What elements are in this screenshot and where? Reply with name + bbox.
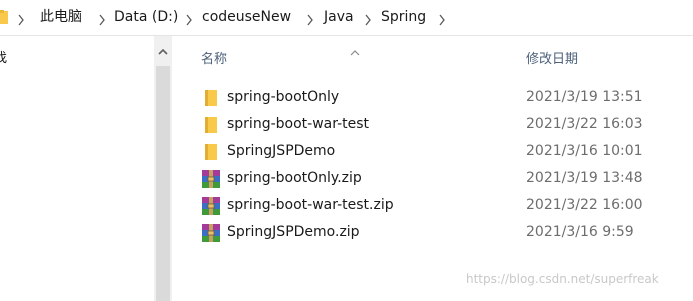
chevron-right-icon[interactable]: [364, 11, 372, 26]
folder-icon: [201, 142, 221, 162]
column-header-modified-date[interactable]: 修改日期: [526, 50, 578, 70]
winrar-archive-icon: [201, 169, 221, 189]
file-row[interactable]: spring-bootOnly.zip 2021/3/19 13:48: [195, 165, 693, 192]
file-row[interactable]: SpringJSPDemo 2021/3/16 10:01: [195, 138, 693, 165]
file-name[interactable]: spring-boot-war-test: [227, 111, 369, 138]
file-name[interactable]: spring-boot-war-test.zip: [227, 192, 394, 219]
chevron-right-icon[interactable]: [438, 11, 446, 26]
breadcrumb-data-drive[interactable]: Data (D:): [114, 7, 178, 27]
folder-icon: [0, 9, 8, 24]
breadcrumb-codeusenew[interactable]: codeuseNew: [202, 7, 291, 27]
file-name[interactable]: SpringJSPDemo: [227, 138, 335, 165]
file-modified-date: 2021/3/19 13:51: [526, 89, 643, 105]
file-modified-date: 2021/3/22 16:03: [526, 116, 643, 132]
chevron-right-icon[interactable]: [185, 11, 193, 26]
file-name[interactable]: spring-bootOnly: [227, 84, 339, 111]
navigation-pane[interactable]: 找: [0, 36, 175, 301]
watermark: https://blog.csdn.net/superfreak: [466, 272, 659, 286]
chevron-right-icon[interactable]: [98, 11, 106, 26]
file-name[interactable]: spring-bootOnly.zip: [227, 165, 362, 192]
file-name[interactable]: SpringJSPDemo.zip: [227, 219, 360, 246]
column-header-name[interactable]: 名称: [201, 50, 227, 70]
file-modified-date: 2021/3/16 9:59: [526, 224, 634, 240]
sort-ascending-icon: [350, 41, 360, 56]
file-row[interactable]: spring-bootOnly 2021/3/19 13:51: [195, 84, 693, 111]
winrar-archive-icon: [201, 223, 221, 243]
breadcrumb-this-pc[interactable]: 此电脑: [40, 7, 82, 27]
chevron-right-icon[interactable]: [17, 11, 25, 26]
file-row[interactable]: spring-boot-war-test 2021/3/22 16:03: [195, 111, 693, 138]
file-row[interactable]: spring-boot-war-test.zip 2021/3/22 16:00: [195, 192, 693, 219]
file-modified-date: 2021/3/22 16:00: [526, 197, 643, 213]
file-modified-date: 2021/3/16 10:01: [526, 143, 643, 159]
nav-item-partial[interactable]: 找: [0, 50, 7, 68]
folder-icon: [201, 88, 221, 108]
winrar-archive-icon: [201, 196, 221, 216]
chevron-right-icon[interactable]: [306, 11, 314, 26]
breadcrumb-java[interactable]: Java: [324, 7, 354, 27]
folder-icon: [201, 115, 221, 135]
breadcrumb-spring[interactable]: Spring: [381, 7, 426, 27]
address-bar[interactable]: 此电脑 Data (D:) codeuseNew Java Spring: [0, 0, 693, 35]
nav-scrollbar-thumb[interactable]: [156, 66, 170, 301]
file-row[interactable]: SpringJSPDemo.zip 2021/3/16 9:59: [195, 219, 693, 246]
scroll-up-arrow-icon[interactable]: [154, 44, 172, 60]
file-modified-date: 2021/3/19 13:48: [526, 170, 643, 186]
